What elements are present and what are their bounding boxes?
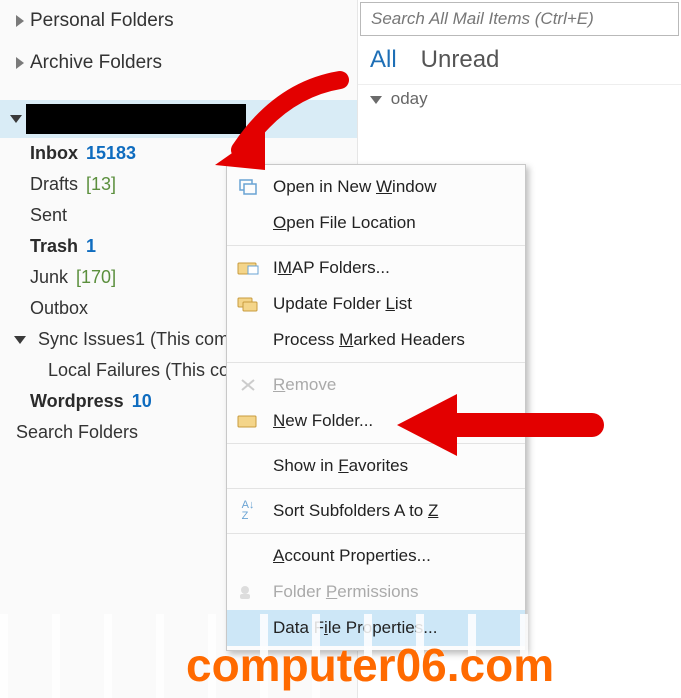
folder-label: Trash: [30, 236, 78, 257]
filter-all[interactable]: All: [370, 46, 397, 74]
new-folder-icon: [235, 410, 261, 432]
menu-process-marked-headers[interactable]: Process Marked Headers: [227, 322, 525, 358]
menu-update-folder-list[interactable]: Update Folder List: [227, 286, 525, 322]
collapse-icon: [370, 96, 382, 104]
menu-separator: [227, 362, 525, 363]
collapse-icon: [10, 115, 22, 123]
folder-count: 15183: [86, 143, 136, 164]
folder-count: [170]: [76, 267, 116, 288]
blank-icon: [235, 617, 261, 639]
folder-label: Local Failures (This com: [48, 360, 244, 381]
menu-sort-subfolders[interactable]: A↓Z Sort Subfolders A to Z: [227, 493, 525, 529]
imap-folder-icon: [235, 257, 261, 279]
menu-open-file-location[interactable]: Open File Location: [227, 205, 525, 241]
folder-label: Junk: [30, 267, 68, 288]
watermark-text: computer06.com: [186, 638, 554, 692]
menu-folder-permissions: Folder Permissions: [227, 574, 525, 610]
folder-label: Inbox: [30, 143, 78, 164]
sidebar-group-label: Archive Folders: [30, 52, 162, 74]
search-input[interactable]: Search All Mail Items (Ctrl+E): [360, 2, 679, 36]
remove-icon: [235, 374, 261, 396]
sidebar-group-label: Personal Folders: [30, 10, 174, 32]
folder-label: Wordpress: [30, 391, 124, 412]
menu-separator: [227, 488, 525, 489]
folder-count: 10: [132, 391, 152, 412]
blank-icon: [235, 212, 261, 234]
blank-icon: [235, 329, 261, 351]
menu-imap-folders[interactable]: IMAP Folders...: [227, 250, 525, 286]
folder-label: Outbox: [30, 298, 88, 319]
day-group-label: oday: [391, 89, 428, 108]
blank-icon: [235, 455, 261, 477]
folder-label: Drafts: [30, 174, 78, 195]
blank-icon: [235, 545, 261, 567]
folder-count: [13]: [86, 174, 116, 195]
folder-label: Search Folders: [16, 422, 138, 443]
expand-icon: [16, 57, 24, 69]
menu-account-properties[interactable]: Account Properties...: [227, 538, 525, 574]
expand-icon: [16, 15, 24, 27]
folder-label: Sent: [30, 205, 67, 226]
collapse-icon: [14, 336, 26, 344]
annotation-arrow: [392, 380, 602, 470]
menu-separator: [227, 533, 525, 534]
filter-tabs: All Unread: [358, 40, 681, 85]
folders-icon: [235, 293, 261, 315]
permissions-icon: [235, 581, 261, 603]
menu-separator: [227, 245, 525, 246]
annotation-arrow: [210, 70, 350, 190]
sort-az-icon: A↓Z: [235, 500, 261, 522]
day-group-header[interactable]: oday: [358, 85, 681, 113]
folder-label: Sync Issues1 (This compu: [38, 329, 249, 350]
sidebar-group-personal[interactable]: Personal Folders: [0, 0, 357, 42]
folder-count: 1: [86, 236, 96, 257]
filter-unread[interactable]: Unread: [421, 46, 500, 74]
